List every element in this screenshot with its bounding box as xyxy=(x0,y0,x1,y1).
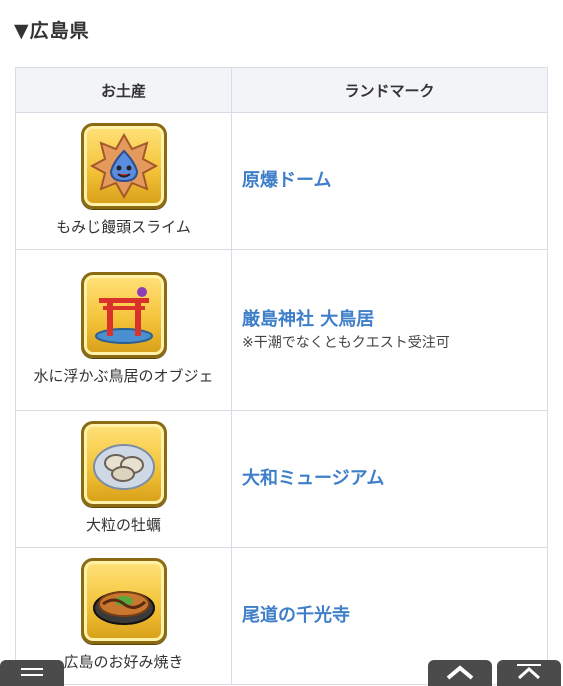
momiji-manju-slime-icon xyxy=(80,123,167,209)
table-row: 大粒の牡蠣 大和ミュージアム xyxy=(15,410,548,548)
souvenir-name: もみじ饅頭スライム xyxy=(56,218,191,236)
souvenir-table: お土産 ランドマーク もみじ饅頭スライム 原爆ドーム 水に浮かぶ鳥居のオブジェ … xyxy=(15,67,548,685)
oyster-plate-icon xyxy=(80,421,167,507)
souvenir-name: 水に浮かぶ鳥居のオブジェ xyxy=(33,367,214,385)
scroll-top-icon xyxy=(517,664,541,680)
landmark-link[interactable]: 尾道の千光寺 xyxy=(242,603,537,629)
table-row: 水に浮かぶ鳥居のオブジェ 厳島神社 大鳥居 ※干潮でなくともクエスト受注可 xyxy=(15,249,548,411)
header-souvenir: お土産 xyxy=(15,67,232,113)
landmark-link[interactable]: 原爆ドーム xyxy=(242,168,537,194)
table-header-row: お土産 ランドマーク xyxy=(15,67,548,113)
scroll-top-button[interactable] xyxy=(497,660,561,686)
souvenir-cell: 水に浮かぶ鳥居のオブジェ xyxy=(15,249,232,411)
menu-icon xyxy=(21,668,43,676)
chevron-up-icon xyxy=(446,665,474,680)
prefecture-heading: ▼広島県 xyxy=(14,20,90,42)
landmark-link[interactable]: 厳島神社 大鳥居 xyxy=(242,307,537,333)
bottom-nav-bar xyxy=(0,660,563,686)
okonomiyaki-icon xyxy=(80,558,167,644)
header-landmark: ランドマーク xyxy=(231,67,548,113)
landmark-cell: 大和ミュージアム xyxy=(231,410,548,548)
souvenir-cell: 大粒の牡蠣 xyxy=(15,410,232,548)
table-row: もみじ饅頭スライム 原爆ドーム xyxy=(15,112,548,250)
souvenir-name: 大粒の牡蠣 xyxy=(85,516,161,534)
floating-torii-icon xyxy=(80,272,167,358)
landmark-cell: 原爆ドーム xyxy=(231,112,548,250)
menu-button[interactable] xyxy=(0,660,64,686)
scroll-up-button[interactable] xyxy=(428,660,492,686)
landmark-cell: 厳島神社 大鳥居 ※干潮でなくともクエスト受注可 xyxy=(231,249,548,411)
souvenir-cell: もみじ饅頭スライム xyxy=(15,112,232,250)
landmark-link[interactable]: 大和ミュージアム xyxy=(242,466,537,492)
landmark-note: ※干潮でなくともクエスト受注可 xyxy=(242,335,450,351)
